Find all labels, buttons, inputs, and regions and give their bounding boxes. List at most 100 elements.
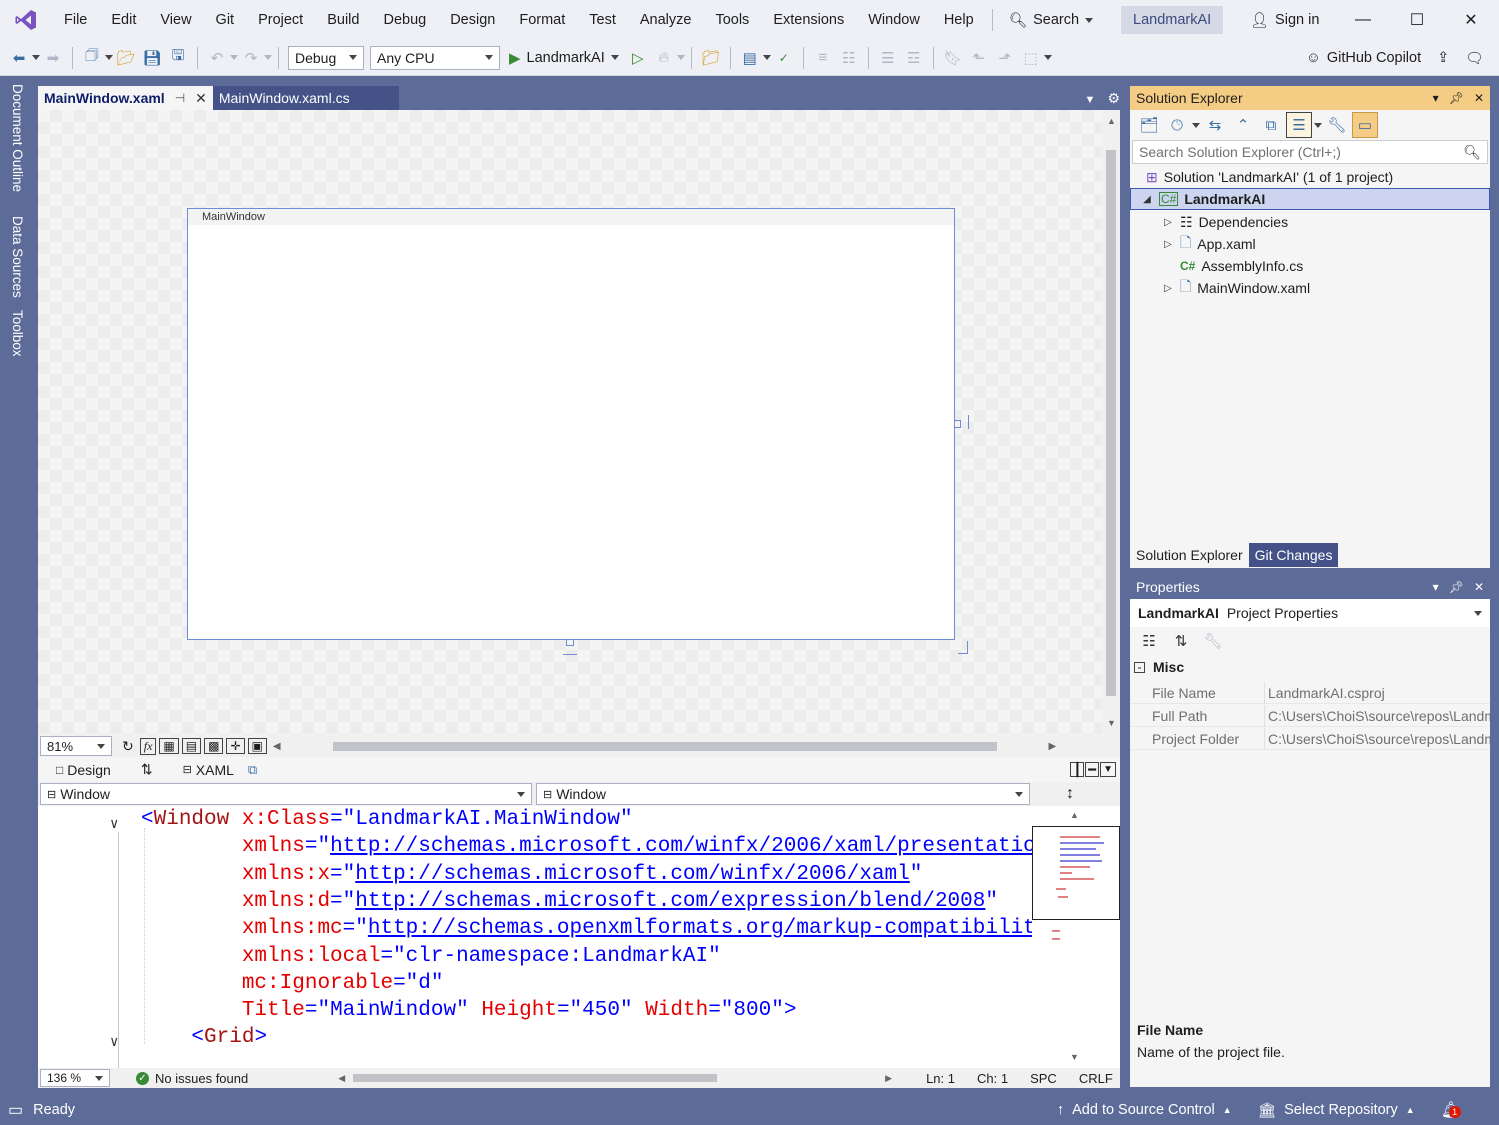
wpf-window-preview[interactable]: MainWindow <box>187 208 955 640</box>
share-icon[interactable]: ⇪ <box>1437 50 1449 66</box>
add-to-source-control-button[interactable]: ↑ Add to Source Control ▲ <box>1057 1102 1232 1118</box>
close-panel-icon[interactable]: ✕ <box>1474 580 1484 594</box>
collapse-pane-icon[interactable]: ▼ <box>1100 762 1116 777</box>
pending-changes-filter-icon[interactable]: ☰ <box>1286 112 1312 138</box>
code-line[interactable]: xmlns:d="http://schemas.microsoft.com/ex… <box>141 888 998 915</box>
xaml-tab[interactable]: ⊟ XAML <box>183 762 234 778</box>
issues-status[interactable]: No issues found <box>155 1071 248 1086</box>
code-line[interactable]: <Window x:Class="LandmarkAI.MainWindow" <box>141 806 633 833</box>
redo-icon[interactable]: ↷ <box>238 45 264 71</box>
code-line[interactable]: xmlns:x="http://schemas.microsoft.com/wi… <box>141 861 923 888</box>
resize-handle-bottom[interactable] <box>566 640 574 646</box>
panel-menu-icon[interactable]: ▾ <box>1433 91 1439 105</box>
solution-node[interactable]: ⊞ Solution 'LandmarkAI' (1 of 1 project) <box>1146 166 1393 188</box>
code-line[interactable]: xmlns:mc="http://schemas.openxmlformats.… <box>141 915 1032 942</box>
menu-tools[interactable]: Tools <box>703 0 761 40</box>
undo-icon[interactable]: ↶ <box>204 45 230 71</box>
swap-panes-icon[interactable]: ⇅ <box>141 761 153 778</box>
comment-icon[interactable]: ☰ <box>875 45 901 71</box>
pin-icon[interactable]: 📌︎ <box>1449 91 1464 105</box>
tab-mainwindow-xaml[interactable]: MainWindow.xaml ⊣ ✕ <box>38 86 213 110</box>
close-panel-icon[interactable]: ✕ <box>1474 91 1484 105</box>
tab-list-dropdown-icon[interactable]: ▼ <box>1085 94 1096 106</box>
collapse-window-icon[interactable]: ∨ <box>110 812 118 839</box>
switch-views-icon[interactable]: 🗂︎ <box>1136 112 1162 138</box>
menu-analyze[interactable]: Analyze <box>628 0 704 40</box>
new-dropdown-icon[interactable] <box>105 55 113 60</box>
menu-window[interactable]: Window <box>856 0 932 40</box>
settings-gear-icon[interactable]: ⚙ <box>1107 90 1120 107</box>
editor-horizontal-scrollbar[interactable] <box>353 1074 718 1082</box>
code-line[interactable]: xmlns="http://schemas.microsoft.com/winf… <box>141 833 1032 860</box>
property-row-full-path[interactable]: Full Path C:\Users\ChoiS\source\repos\La… <box>1130 704 1490 727</box>
code-minimap[interactable]: ▲ ▼ <box>1032 806 1120 1068</box>
search-icon[interactable]: 🔍︎ <box>1463 144 1481 161</box>
maximize-button[interactable]: ☐ <box>1390 0 1444 40</box>
refresh-icon[interactable]: ↻ <box>122 738 134 755</box>
align-columns-icon[interactable]: ☷ <box>836 45 862 71</box>
collapse-category-icon[interactable]: - <box>1134 661 1145 673</box>
effects-fx-icon[interactable]: fx <box>139 737 157 755</box>
new-project-icon[interactable]: 🗇 <box>79 45 105 71</box>
collapse-grid-icon[interactable]: ∨ <box>110 1030 118 1057</box>
property-row-file-name[interactable]: File Name LandmarkAI.csproj <box>1130 681 1490 704</box>
github-copilot-button[interactable]: ☺ GitHub Copilot ⇪ 🗨︎ <box>1306 40 1484 76</box>
history-dropdown-icon[interactable] <box>1192 122 1200 128</box>
find-in-files-icon[interactable]: 📁︎ <box>698 45 724 71</box>
expand-arrow-icon[interactable]: ▷ <box>1162 239 1174 250</box>
menu-format[interactable]: Format <box>507 0 577 40</box>
element-scope-select[interactable]: ⊟ Window <box>40 783 532 805</box>
hot-reload-icon[interactable]: 🔥︎ <box>651 45 677 71</box>
device-preview-icon[interactable]: ▣ <box>247 738 267 754</box>
tree-item-app-xaml[interactable]: ▷ 🗋︎ App.xaml <box>1162 233 1255 255</box>
back-dropdown-icon[interactable] <box>32 55 40 60</box>
minimize-button[interactable]: — <box>1336 0 1390 40</box>
code-line[interactable]: xmlns:local="clr-namespace:LandmarkAI" <box>141 943 721 970</box>
menu-view[interactable]: View <box>148 0 203 40</box>
pin-icon[interactable]: 📌︎ <box>1449 580 1464 594</box>
design-tab[interactable]: □ Design <box>56 762 111 778</box>
scroll-right-icon[interactable]: ▶ <box>885 1073 892 1084</box>
expand-arrow-icon[interactable]: ◢ <box>1141 194 1153 205</box>
property-row-project-folder[interactable]: Project Folder C:\Users\ChoiS\source\rep… <box>1130 727 1490 750</box>
visual-studio-logo-icon[interactable] <box>0 0 52 40</box>
split-editor-icon[interactable]: ↕ <box>1066 785 1074 803</box>
menu-edit[interactable]: Edit <box>99 0 148 40</box>
panel-menu-icon[interactable]: ▾ <box>1433 580 1439 594</box>
undo-dropdown-icon[interactable] <box>230 55 238 60</box>
member-scope-select[interactable]: ⊟ Window <box>536 783 1030 805</box>
sync-icon[interactable]: ⇆ <box>1202 112 1228 138</box>
artboard-background-icon[interactable]: ▩ <box>204 738 224 754</box>
solution-explorer-search-input[interactable]: Search Solution Explorer (Ctrl+;) 🔍︎ <box>1132 140 1488 164</box>
line-number[interactable]: Ln: 1 <box>926 1071 955 1086</box>
select-repository-button[interactable]: 🏛︎ Select Repository ▲ <box>1258 1102 1415 1119</box>
open-folder-icon[interactable]: 📂︎ <box>113 45 139 71</box>
tab-mainwindow-xaml-cs[interactable]: MainWindow.xaml.cs <box>212 86 399 110</box>
menu-extensions[interactable]: Extensions <box>761 0 856 40</box>
clear-bookmarks-icon[interactable]: ⬚ <box>1018 45 1044 71</box>
xaml-code-editor[interactable]: ∨ ∨ <Window x:Class="LandmarkAI.MainWind… <box>38 806 1032 1068</box>
designer-horizontal-scrollbar[interactable] <box>332 741 997 751</box>
properties-wrench-icon[interactable]: 🔧︎ <box>1324 112 1350 138</box>
column-number[interactable]: Ch: 1 <box>977 1071 1008 1086</box>
resize-handle-corner[interactable] <box>958 641 968 654</box>
show-all-files-icon[interactable]: ⧉ <box>1258 112 1284 138</box>
history-icon[interactable]: 🕒︎ <box>1164 112 1190 138</box>
resize-handle-right[interactable] <box>955 420 961 428</box>
snap-gridlines-icon[interactable]: ▤ <box>181 738 202 754</box>
preview-selected-icon[interactable]: ▭ <box>1352 112 1378 138</box>
uncomment-icon[interactable]: ☲ <box>901 45 927 71</box>
code-line[interactable]: Title="MainWindow" Height="450" Width="8… <box>141 997 797 1024</box>
property-value[interactable]: LandmarkAI.csproj <box>1264 681 1490 704</box>
notifications-button[interactable]: 🔔︎ 1 <box>1441 1100 1461 1120</box>
editor-zoom-select[interactable]: 136 % <box>40 1069 110 1087</box>
horizontal-split-icon[interactable]: ━ <box>1085 762 1100 777</box>
alphabetical-sort-icon[interactable]: ⇅ <box>1168 628 1194 654</box>
property-value[interactable]: C:\Users\ChoiS\source\repos\Landm <box>1264 704 1490 727</box>
menu-design[interactable]: Design <box>438 0 507 40</box>
project-node[interactable]: ◢ C# LandmarkAI <box>1130 188 1490 210</box>
start-without-debugging-icon[interactable]: ▷ <box>625 45 651 71</box>
grid-icon[interactable]: ▦ <box>159 738 179 754</box>
menu-debug[interactable]: Debug <box>371 0 438 40</box>
tree-item-dependencies[interactable]: ▷ ☷ Dependencies <box>1162 211 1288 233</box>
